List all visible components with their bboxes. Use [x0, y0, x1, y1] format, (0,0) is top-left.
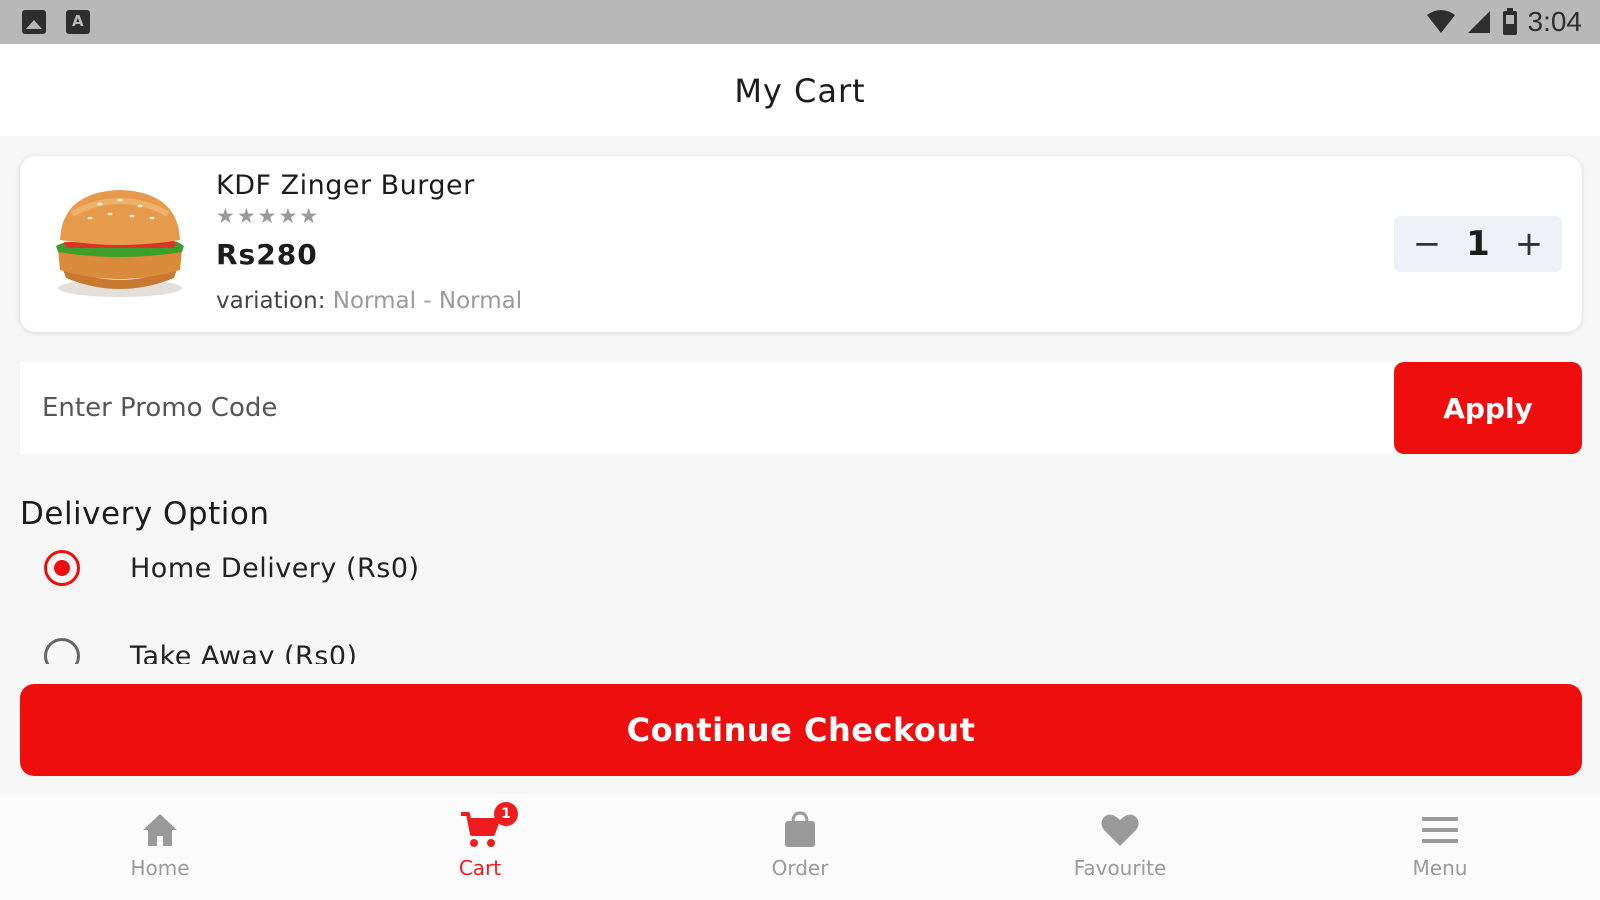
- decrement-button[interactable]: −: [1412, 227, 1442, 261]
- promo-section: Apply: [20, 362, 1582, 454]
- nav-item-cart[interactable]: 1 Cart: [320, 794, 640, 900]
- nav-label: Favourite: [1073, 856, 1167, 880]
- signal-icon: [1467, 11, 1490, 33]
- item-name: KDF Zinger Burger: [216, 170, 475, 201]
- image-icon: [22, 10, 46, 34]
- battery-icon: [1502, 8, 1517, 35]
- increment-button[interactable]: +: [1514, 227, 1544, 261]
- quantity-stepper: − 1 +: [1394, 216, 1562, 272]
- clock: 3:04: [1527, 6, 1583, 37]
- menu-icon: [1422, 817, 1458, 843]
- variation-label: variation:: [216, 288, 326, 314]
- heart-icon: [1101, 814, 1139, 846]
- burger-image: [56, 190, 184, 297]
- nav-label: Order: [771, 856, 829, 880]
- radio-unselected[interactable]: [44, 638, 80, 664]
- delivery-option-home[interactable]: Home Delivery (Rs0): [44, 550, 420, 586]
- continue-checkout-button[interactable]: Continue Checkout: [20, 684, 1582, 776]
- delivery-option-label: Home Delivery (Rs0): [130, 552, 420, 584]
- item-variation: variation: Normal - Normal: [216, 288, 522, 314]
- nav-item-favourite[interactable]: Favourite: [960, 794, 1280, 900]
- app-bar: My Cart: [0, 44, 1600, 136]
- cart-count-badge: 1: [494, 802, 518, 826]
- a-icon: [66, 10, 90, 34]
- nav-label: Cart: [458, 856, 502, 880]
- quantity-value: 1: [1466, 224, 1490, 264]
- nav-item-home[interactable]: Home: [0, 794, 320, 900]
- delivery-option-takeaway[interactable]: Take Away (Rs0): [44, 638, 358, 664]
- nav-item-menu[interactable]: Menu: [1280, 794, 1600, 900]
- bottom-nav: Home 1 Cart Order Favourite Menu: [0, 794, 1600, 900]
- promo-code-input[interactable]: [20, 362, 1394, 454]
- scroll-clip: Take Away (Rs0): [0, 630, 1600, 664]
- nav-label: Home: [130, 856, 190, 880]
- nav-item-order[interactable]: Order: [640, 794, 960, 900]
- rating-stars: ★★★★★: [216, 204, 321, 228]
- status-bar: 3:04: [0, 0, 1600, 44]
- bag-icon: [785, 811, 815, 847]
- cart-item-card[interactable]: KDF Zinger Burger ★★★★★ Rs280 variation:…: [20, 156, 1582, 332]
- radio-selected[interactable]: [44, 550, 80, 586]
- delivery-option-label: Take Away (Rs0): [130, 640, 358, 665]
- apply-button[interactable]: Apply: [1394, 362, 1582, 454]
- wifi-icon: [1426, 10, 1455, 33]
- delivery-option-title: Delivery Option: [20, 496, 270, 532]
- variation-value: Normal - Normal: [332, 288, 523, 314]
- nav-label: Menu: [1412, 856, 1468, 880]
- home-icon: [143, 814, 177, 846]
- page-title: My Cart: [734, 72, 866, 110]
- item-price: Rs280: [216, 238, 318, 271]
